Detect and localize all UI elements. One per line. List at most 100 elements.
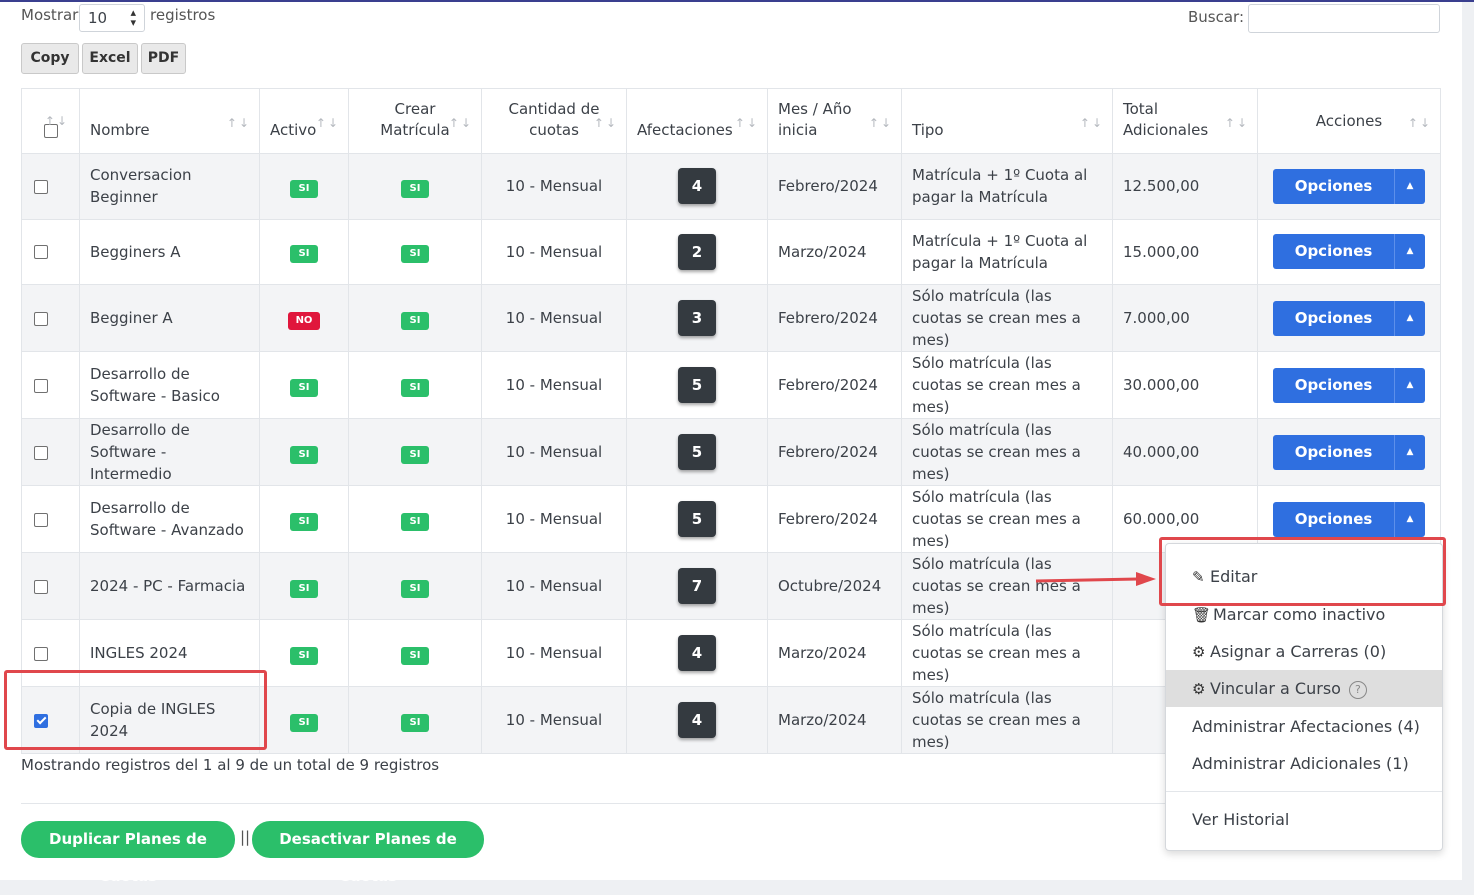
menu-item-administrar-afectaciones[interactable]: Administrar Afectaciones (4) bbox=[1166, 708, 1442, 745]
tipo-text: Sólo matrícula (las cuotas se crean mes … bbox=[912, 488, 1081, 550]
total-adicionales: 30.000,00 bbox=[1123, 376, 1200, 394]
options-button[interactable]: Opciones bbox=[1273, 367, 1394, 403]
row-checkbox[interactable] bbox=[34, 579, 48, 594]
options-split-button: Opciones ▲ bbox=[1273, 234, 1425, 270]
options-button[interactable]: Opciones bbox=[1273, 234, 1394, 270]
cell-activo: SI bbox=[259, 686, 349, 754]
col-nombre[interactable]: Nombre ↑↓ bbox=[79, 88, 260, 154]
count-badge: 7 bbox=[678, 568, 716, 604]
caret-up-icon[interactable]: ▲ bbox=[1394, 168, 1425, 204]
mes-ano-text: Marzo/2024 bbox=[778, 711, 867, 729]
options-button[interactable]: Opciones bbox=[1273, 168, 1394, 204]
cell-activo: SI bbox=[259, 351, 349, 419]
cell-mes: Febrero/2024 bbox=[767, 418, 902, 486]
cell-tipo: Sólo matrícula (las cuotas se crean mes … bbox=[901, 485, 1113, 553]
sort-icon[interactable]: ↑↓ bbox=[735, 113, 759, 134]
sort-icon[interactable]: ↑↓ bbox=[1080, 113, 1104, 134]
records-label: registros bbox=[150, 6, 216, 24]
col-activo[interactable]: Activo ↑↓ bbox=[259, 88, 349, 154]
count-badge: 4 bbox=[678, 702, 716, 738]
sort-icon[interactable]: ↑↓ bbox=[449, 113, 473, 134]
options-button[interactable]: Opciones bbox=[1273, 434, 1394, 470]
copy-button[interactable]: Copy bbox=[21, 43, 79, 74]
mes-ano-text: Febrero/2024 bbox=[778, 177, 878, 196]
mes-ano-text: Octubre/2024 bbox=[778, 577, 882, 595]
cell-total: 12.500,00 bbox=[1112, 153, 1258, 220]
plan-name: 2024 - PC - Farmacia bbox=[90, 577, 246, 595]
gear-icon: ⚙ bbox=[1192, 643, 1206, 661]
cell-cuotas: 10 - Mensual bbox=[481, 418, 627, 486]
col-total-adicionales[interactable]: Total Adicionales ↑↓ bbox=[1112, 88, 1258, 154]
row-checkbox[interactable] bbox=[34, 179, 48, 194]
cell-crear: SI bbox=[348, 619, 482, 687]
col-tipo[interactable]: Tipo ↑↓ bbox=[901, 88, 1113, 154]
sort-icon[interactable]: ↑↓ bbox=[594, 113, 618, 134]
caret-up-icon[interactable]: ▲ bbox=[1394, 367, 1425, 403]
cuotas-text: 10 - Mensual bbox=[505, 177, 603, 196]
caret-up-icon[interactable]: ▲ bbox=[1394, 501, 1425, 537]
pdf-button[interactable]: PDF bbox=[141, 43, 186, 74]
help-icon[interactable]: ? bbox=[1348, 681, 1367, 699]
cell-acciones: Opciones ▲ bbox=[1257, 418, 1441, 486]
status-badge: SI bbox=[289, 445, 319, 464]
sort-icon[interactable]: ↑↓ bbox=[1408, 113, 1432, 134]
row-checkbox[interactable] bbox=[34, 445, 48, 460]
menu-item-ver-historial[interactable]: Ver Historial bbox=[1166, 801, 1442, 838]
row-checkbox[interactable] bbox=[34, 311, 48, 326]
menu-item-administrar-adicionales[interactable]: Administrar Adicionales (1) bbox=[1166, 745, 1442, 782]
status-badge: SI bbox=[289, 512, 319, 531]
mes-ano-text: Marzo/2024 bbox=[778, 242, 867, 261]
page-size-select[interactable]: 10 ▴ ▾ bbox=[79, 4, 145, 32]
cell-acciones: Opciones ▲ bbox=[1257, 351, 1441, 419]
options-split-button: Opciones ▲ bbox=[1273, 367, 1425, 403]
cell-nombre: Begginer A bbox=[79, 284, 260, 352]
tipo-text: Matrícula + 1º Cuota al pagar la Matrícu… bbox=[912, 231, 1088, 272]
cell-select bbox=[21, 218, 80, 285]
menu-item-asignar-carreras[interactable]: ⚙ Asignar a Carreras (0) bbox=[1166, 633, 1442, 670]
tipo-text: Sólo matrícula (las cuotas se crean mes … bbox=[912, 354, 1081, 416]
row-checkbox[interactable] bbox=[34, 245, 48, 260]
col-afectaciones[interactable]: Afectaciones ↑↓ bbox=[626, 88, 768, 154]
cell-total: 40.000,00 bbox=[1112, 418, 1258, 486]
cell-mes: Marzo/2024 bbox=[767, 686, 902, 754]
table-info: Mostrando registros del 1 al 9 de un tot… bbox=[21, 756, 440, 774]
sort-icon[interactable]: ↑↓ bbox=[45, 111, 69, 132]
row-checkbox[interactable] bbox=[34, 378, 48, 393]
col-select-all[interactable]: ↑↓ bbox=[21, 88, 80, 154]
col-mes-ano[interactable]: Mes / Año inicia ↑↓ bbox=[767, 88, 902, 154]
sort-icon[interactable]: ↑↓ bbox=[316, 113, 340, 134]
cell-cuotas: 10 - Mensual bbox=[481, 218, 627, 285]
caret-up-icon[interactable]: ▲ bbox=[1394, 434, 1425, 470]
cell-tipo: Sólo matrícula (las cuotas se crean mes … bbox=[901, 351, 1113, 419]
row-checkbox[interactable] bbox=[34, 512, 48, 527]
duplicate-plans-button[interactable]: Duplicar Planes de Cuotas bbox=[21, 821, 235, 885]
search-input[interactable] bbox=[1248, 4, 1440, 33]
cell-mes: Febrero/2024 bbox=[767, 153, 902, 220]
cuotas-text: 10 - Mensual bbox=[505, 443, 603, 461]
mes-ano-text: Febrero/2024 bbox=[778, 510, 878, 528]
arrow-shaft bbox=[1035, 577, 1139, 583]
col-cantidad-cuotas[interactable]: Cantidad de cuotas ↑↓ bbox=[481, 88, 627, 154]
menu-item-vincular-curso[interactable]: ⚙ Vincular a Curso? bbox=[1166, 670, 1442, 707]
cell-cuotas: 10 - Mensual bbox=[481, 153, 627, 220]
caret-up-icon[interactable]: ▲ bbox=[1394, 300, 1425, 336]
options-button[interactable]: Opciones bbox=[1273, 501, 1394, 537]
row-checkbox[interactable] bbox=[34, 646, 48, 661]
tipo-text: Matrícula + 1º Cuota al pagar la Matrícu… bbox=[912, 166, 1088, 207]
cell-tipo: Matrícula + 1º Cuota al pagar la Matrícu… bbox=[901, 218, 1113, 285]
sort-icon[interactable]: ↑↓ bbox=[227, 113, 251, 134]
sort-icon[interactable]: ↑↓ bbox=[1225, 113, 1249, 134]
cell-nombre: Desarrollo de Software - Avanzado bbox=[79, 485, 260, 553]
options-button[interactable]: Opciones bbox=[1273, 300, 1394, 336]
sort-icon[interactable]: ↑↓ bbox=[869, 113, 893, 134]
deactivate-plans-button[interactable]: Desactivar Planes de Cuotas bbox=[252, 821, 484, 885]
excel-button[interactable]: Excel bbox=[82, 43, 138, 74]
caret-up-icon[interactable]: ▲ bbox=[1394, 234, 1425, 270]
cuotas-text: 10 - Mensual bbox=[505, 644, 603, 662]
mes-ano-text: Febrero/2024 bbox=[778, 309, 878, 327]
options-split-button: Opciones ▲ bbox=[1273, 434, 1425, 470]
cuotas-text: 10 - Mensual bbox=[505, 309, 603, 327]
cell-cuotas: 10 - Mensual bbox=[481, 351, 627, 419]
col-acciones[interactable]: Acciones ↑↓ bbox=[1257, 88, 1441, 154]
col-crear-matricula[interactable]: Crear Matrícula ↑↓ bbox=[348, 88, 482, 154]
